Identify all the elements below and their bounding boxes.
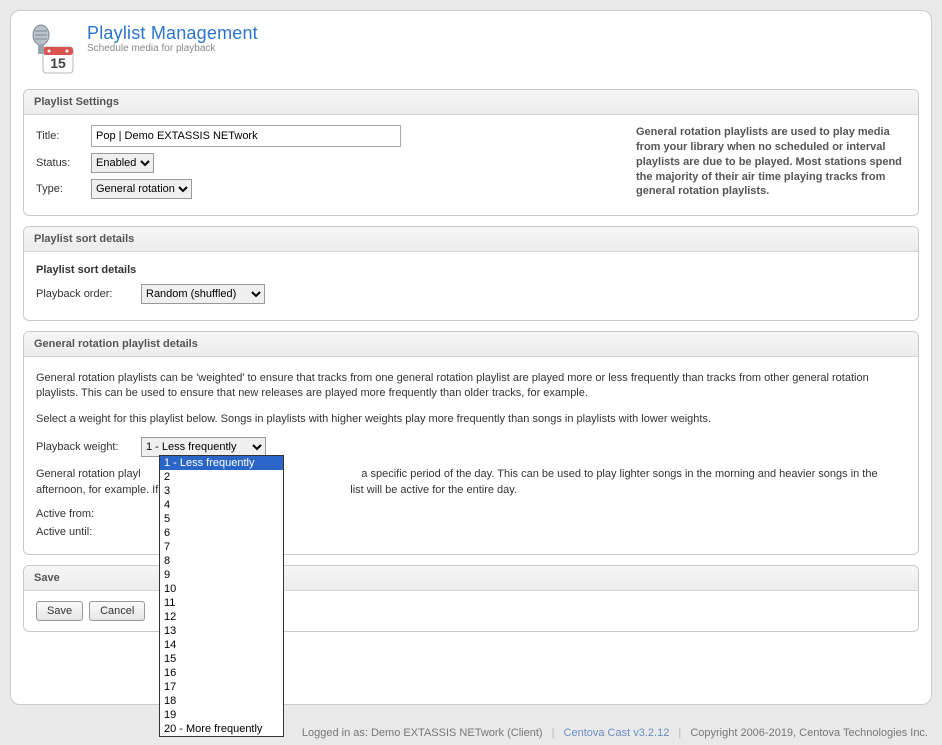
rotation-help-1: General rotation playlists can be 'weigh… (36, 371, 906, 402)
weight-option-4[interactable]: 4 (160, 498, 283, 512)
weight-option-6[interactable]: 6 (160, 526, 283, 540)
weight-option-9[interactable]: 9 (160, 568, 283, 582)
playlist-settings-fieldset: Playlist Settings Title: Status: Enabled… (23, 89, 919, 216)
weight-option-20[interactable]: 20 - More frequently (160, 722, 283, 736)
title-input[interactable] (91, 125, 401, 147)
weight-option-17[interactable]: 17 (160, 680, 283, 694)
main-panel: 15 Playlist Management Schedule media fo… (10, 10, 932, 705)
page-header: 15 Playlist Management Schedule media fo… (23, 23, 919, 79)
rotation-help-2: Select a weight for this playlist below.… (36, 412, 906, 427)
cancel-button[interactable]: Cancel (89, 601, 145, 621)
save-button[interactable]: Save (36, 601, 83, 621)
weight-option-7[interactable]: 7 (160, 540, 283, 554)
weight-option-10[interactable]: 10 (160, 582, 283, 596)
playlist-sort-heading: Playlist sort details (24, 227, 918, 252)
active-until-label: Active until: (36, 526, 141, 538)
weight-option-18[interactable]: 18 (160, 694, 283, 708)
weight-option-19[interactable]: 19 (160, 708, 283, 722)
playlist-settings-form: Title: Status: Enabled Type: General rot… (36, 125, 636, 205)
active-from-label: Active from: (36, 508, 141, 520)
weight-option-5[interactable]: 5 (160, 512, 283, 526)
playlist-sort-fieldset: Playlist sort details Playlist sort deta… (23, 226, 919, 321)
weight-option-8[interactable]: 8 (160, 554, 283, 568)
general-rotation-fieldset: General rotation playlist details Genera… (23, 331, 919, 555)
playlist-settings-heading: Playlist Settings (24, 90, 918, 115)
footer-logged-in: Logged in as: Demo EXTASSIS NETwork (Cli… (302, 727, 543, 739)
playback-order-label: Playback order: (36, 288, 141, 300)
type-label: Type: (36, 183, 91, 195)
weight-option-16[interactable]: 16 (160, 666, 283, 680)
svg-text:15: 15 (50, 55, 66, 71)
playback-order-select[interactable]: Random (shuffled) (141, 284, 265, 304)
type-select[interactable]: General rotation (91, 179, 192, 199)
playlist-calendar-mic-icon: 15 (23, 23, 79, 79)
weight-option-1[interactable]: 1 - Less frequently (160, 456, 283, 470)
weight-option-13[interactable]: 13 (160, 624, 283, 638)
footer: Logged in as: Demo EXTASSIS NETwork (Cli… (0, 727, 942, 739)
playlist-settings-help: General rotation playlists are used to p… (636, 125, 906, 205)
title-label: Title: (36, 130, 91, 142)
playback-weight-dropdown-list[interactable]: 1 - Less frequently 2 3 4 5 6 7 8 9 10 1… (159, 455, 284, 737)
weight-option-3[interactable]: 3 (160, 484, 283, 498)
weight-option-12[interactable]: 12 (160, 610, 283, 624)
footer-copyright: Copyright 2006-2019, Centova Technologie… (690, 727, 928, 739)
page-title-block: Playlist Management Schedule media for p… (87, 23, 258, 54)
page-subtitle: Schedule media for playback (87, 43, 258, 54)
status-select[interactable]: Enabled (91, 153, 154, 173)
playlist-sort-subheading: Playlist sort details (36, 264, 906, 276)
playback-weight-label: Playback weight: (36, 441, 141, 453)
page-title: Playlist Management (87, 23, 258, 44)
footer-product-link[interactable]: Centova Cast v3.2.12 (564, 727, 670, 739)
general-rotation-heading: General rotation playlist details (24, 332, 918, 357)
weight-option-15[interactable]: 15 (160, 652, 283, 666)
save-fieldset: Save Save Cancel (23, 565, 919, 632)
weight-option-14[interactable]: 14 (160, 638, 283, 652)
weight-option-11[interactable]: 11 (160, 596, 283, 610)
status-label: Status: (36, 157, 91, 169)
weight-option-2[interactable]: 2 (160, 470, 283, 484)
